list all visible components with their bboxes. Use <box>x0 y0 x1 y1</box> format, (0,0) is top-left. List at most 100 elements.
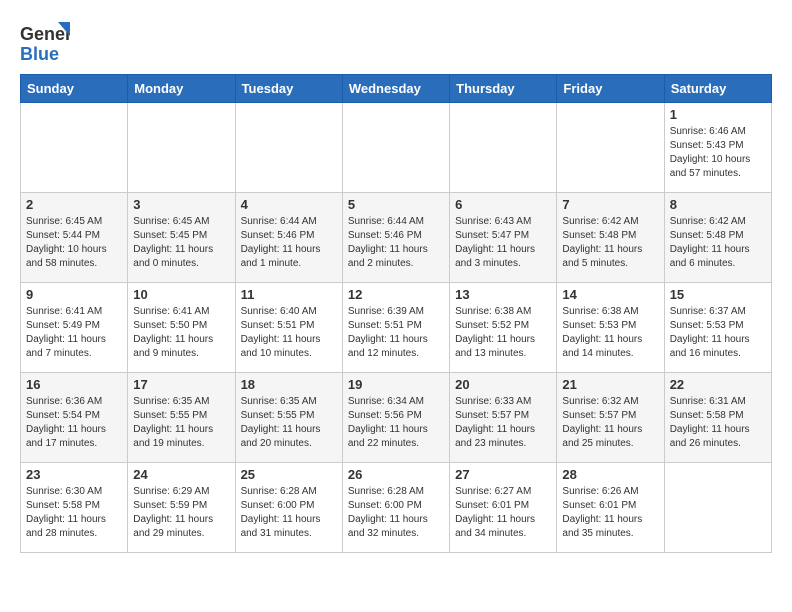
calendar-cell: 7 Sunrise: 6:42 AM Sunset: 5:48 PM Daylig… <box>557 193 664 283</box>
day-number: 23 <box>26 467 122 482</box>
day-info: Sunrise: 6:27 AM Sunset: 6:01 PM Dayligh… <box>455 485 551 541</box>
day-number: 13 <box>455 287 551 302</box>
logo-svg-icon: GeneralBlue <box>20 20 70 64</box>
day-info: Sunrise: 6:43 AM Sunset: 5:47 PM Dayligh… <box>455 215 551 271</box>
day-info: Sunrise: 6:42 AM Sunset: 5:48 PM Dayligh… <box>562 215 658 271</box>
day-number: 26 <box>348 467 444 482</box>
calendar-cell: 15 Sunrise: 6:37 AM Sunset: 5:53 PM Dayli… <box>664 283 771 373</box>
calendar-week-row: 23 Sunrise: 6:30 AM Sunset: 5:58 PM Dayli… <box>21 463 772 553</box>
day-number: 27 <box>455 467 551 482</box>
calendar-cell: 17 Sunrise: 6:35 AM Sunset: 5:55 PM Dayli… <box>128 373 235 463</box>
calendar-cell: 1 Sunrise: 6:46 AM Sunset: 5:43 PM Daylig… <box>664 103 771 193</box>
weekday-header-saturday: Saturday <box>664 75 771 103</box>
day-info: Sunrise: 6:36 AM Sunset: 5:54 PM Dayligh… <box>26 395 122 451</box>
day-number: 17 <box>133 377 229 392</box>
day-info: Sunrise: 6:38 AM Sunset: 5:53 PM Dayligh… <box>562 305 658 361</box>
calendar-cell: 9 Sunrise: 6:41 AM Sunset: 5:49 PM Daylig… <box>21 283 128 373</box>
day-number: 18 <box>241 377 337 392</box>
day-number: 4 <box>241 197 337 212</box>
day-info: Sunrise: 6:41 AM Sunset: 5:49 PM Dayligh… <box>26 305 122 361</box>
calendar-cell: 22 Sunrise: 6:31 AM Sunset: 5:58 PM Dayli… <box>664 373 771 463</box>
day-info: Sunrise: 6:31 AM Sunset: 5:58 PM Dayligh… <box>670 395 766 451</box>
calendar-cell: 11 Sunrise: 6:40 AM Sunset: 5:51 PM Dayli… <box>235 283 342 373</box>
day-number: 28 <box>562 467 658 482</box>
day-number: 9 <box>26 287 122 302</box>
day-number: 3 <box>133 197 229 212</box>
header: GeneralBlue <box>20 20 772 64</box>
day-number: 1 <box>670 107 766 122</box>
calendar-cell: 12 Sunrise: 6:39 AM Sunset: 5:51 PM Dayli… <box>342 283 449 373</box>
day-info: Sunrise: 6:39 AM Sunset: 5:51 PM Dayligh… <box>348 305 444 361</box>
calendar-cell: 27 Sunrise: 6:27 AM Sunset: 6:01 PM Dayli… <box>450 463 557 553</box>
weekday-header-wednesday: Wednesday <box>342 75 449 103</box>
day-info: Sunrise: 6:33 AM Sunset: 5:57 PM Dayligh… <box>455 395 551 451</box>
calendar-cell: 13 Sunrise: 6:38 AM Sunset: 5:52 PM Dayli… <box>450 283 557 373</box>
calendar-cell: 20 Sunrise: 6:33 AM Sunset: 5:57 PM Dayli… <box>450 373 557 463</box>
calendar-table: SundayMondayTuesdayWednesdayThursdayFrid… <box>20 74 772 553</box>
calendar-cell: 18 Sunrise: 6:35 AM Sunset: 5:55 PM Dayli… <box>235 373 342 463</box>
calendar-cell: 3 Sunrise: 6:45 AM Sunset: 5:45 PM Daylig… <box>128 193 235 283</box>
day-number: 6 <box>455 197 551 212</box>
day-number: 25 <box>241 467 337 482</box>
calendar-cell <box>450 103 557 193</box>
calendar-cell <box>235 103 342 193</box>
weekday-header-row: SundayMondayTuesdayWednesdayThursdayFrid… <box>21 75 772 103</box>
day-info: Sunrise: 6:45 AM Sunset: 5:45 PM Dayligh… <box>133 215 229 271</box>
weekday-header-thursday: Thursday <box>450 75 557 103</box>
weekday-header-monday: Monday <box>128 75 235 103</box>
day-info: Sunrise: 6:45 AM Sunset: 5:44 PM Dayligh… <box>26 215 122 271</box>
calendar-cell: 5Sunrise: 6:44 AM Sunset: 5:46 PM Daylig… <box>342 193 449 283</box>
day-number: 21 <box>562 377 658 392</box>
calendar-cell: 28 Sunrise: 6:26 AM Sunset: 6:01 PM Dayli… <box>557 463 664 553</box>
calendar-cell: 2 Sunrise: 6:45 AM Sunset: 5:44 PM Daylig… <box>21 193 128 283</box>
day-number: 7 <box>562 197 658 212</box>
calendar-week-row: 16Sunrise: 6:36 AM Sunset: 5:54 PM Dayli… <box>21 373 772 463</box>
calendar-body: 1 Sunrise: 6:46 AM Sunset: 5:43 PM Daylig… <box>21 103 772 553</box>
day-info: Sunrise: 6:28 AM Sunset: 6:00 PM Dayligh… <box>348 485 444 541</box>
day-number: 12 <box>348 287 444 302</box>
day-info: Sunrise: 6:41 AM Sunset: 5:50 PM Dayligh… <box>133 305 229 361</box>
day-info: Sunrise: 6:30 AM Sunset: 5:58 PM Dayligh… <box>26 485 122 541</box>
calendar-week-row: 9 Sunrise: 6:41 AM Sunset: 5:49 PM Daylig… <box>21 283 772 373</box>
day-info: Sunrise: 6:34 AM Sunset: 5:56 PM Dayligh… <box>348 395 444 451</box>
day-info: Sunrise: 6:35 AM Sunset: 5:55 PM Dayligh… <box>241 395 337 451</box>
day-info: Sunrise: 6:32 AM Sunset: 5:57 PM Dayligh… <box>562 395 658 451</box>
day-number: 15 <box>670 287 766 302</box>
calendar-cell: 4 Sunrise: 6:44 AM Sunset: 5:46 PM Daylig… <box>235 193 342 283</box>
day-info: Sunrise: 6:26 AM Sunset: 6:01 PM Dayligh… <box>562 485 658 541</box>
calendar-cell <box>21 103 128 193</box>
day-info: Sunrise: 6:28 AM Sunset: 6:00 PM Dayligh… <box>241 485 337 541</box>
calendar-cell: 24Sunrise: 6:29 AM Sunset: 5:59 PM Dayli… <box>128 463 235 553</box>
day-info: Sunrise: 6:29 AM Sunset: 5:59 PM Dayligh… <box>133 485 229 541</box>
calendar-cell: 19 Sunrise: 6:34 AM Sunset: 5:56 PM Dayli… <box>342 373 449 463</box>
day-number: 19 <box>348 377 444 392</box>
day-info: Sunrise: 6:40 AM Sunset: 5:51 PM Dayligh… <box>241 305 337 361</box>
calendar-cell: 23 Sunrise: 6:30 AM Sunset: 5:58 PM Dayli… <box>21 463 128 553</box>
calendar-week-row: 1 Sunrise: 6:46 AM Sunset: 5:43 PM Daylig… <box>21 103 772 193</box>
day-info: Sunrise: 6:44 AM Sunset: 5:46 PM Dayligh… <box>241 215 337 271</box>
weekday-header-tuesday: Tuesday <box>235 75 342 103</box>
day-number: 5 <box>348 197 444 212</box>
calendar-cell <box>342 103 449 193</box>
day-number: 10 <box>133 287 229 302</box>
calendar-cell: 25 Sunrise: 6:28 AM Sunset: 6:00 PM Dayli… <box>235 463 342 553</box>
day-info: Sunrise: 6:37 AM Sunset: 5:53 PM Dayligh… <box>670 305 766 361</box>
day-number: 11 <box>241 287 337 302</box>
day-number: 2 <box>26 197 122 212</box>
day-number: 8 <box>670 197 766 212</box>
calendar-cell: 26 Sunrise: 6:28 AM Sunset: 6:00 PM Dayli… <box>342 463 449 553</box>
day-number: 20 <box>455 377 551 392</box>
day-number: 14 <box>562 287 658 302</box>
calendar-cell: 6 Sunrise: 6:43 AM Sunset: 5:47 PM Daylig… <box>450 193 557 283</box>
day-number: 22 <box>670 377 766 392</box>
day-info: Sunrise: 6:35 AM Sunset: 5:55 PM Dayligh… <box>133 395 229 451</box>
weekday-header-friday: Friday <box>557 75 664 103</box>
weekday-header-sunday: Sunday <box>21 75 128 103</box>
calendar-cell <box>557 103 664 193</box>
logo: GeneralBlue <box>20 20 70 64</box>
calendar-cell: 16Sunrise: 6:36 AM Sunset: 5:54 PM Dayli… <box>21 373 128 463</box>
calendar-week-row: 2 Sunrise: 6:45 AM Sunset: 5:44 PM Daylig… <box>21 193 772 283</box>
day-info: Sunrise: 6:46 AM Sunset: 5:43 PM Dayligh… <box>670 125 766 181</box>
calendar-cell: 14 Sunrise: 6:38 AM Sunset: 5:53 PM Dayli… <box>557 283 664 373</box>
day-info: Sunrise: 6:38 AM Sunset: 5:52 PM Dayligh… <box>455 305 551 361</box>
